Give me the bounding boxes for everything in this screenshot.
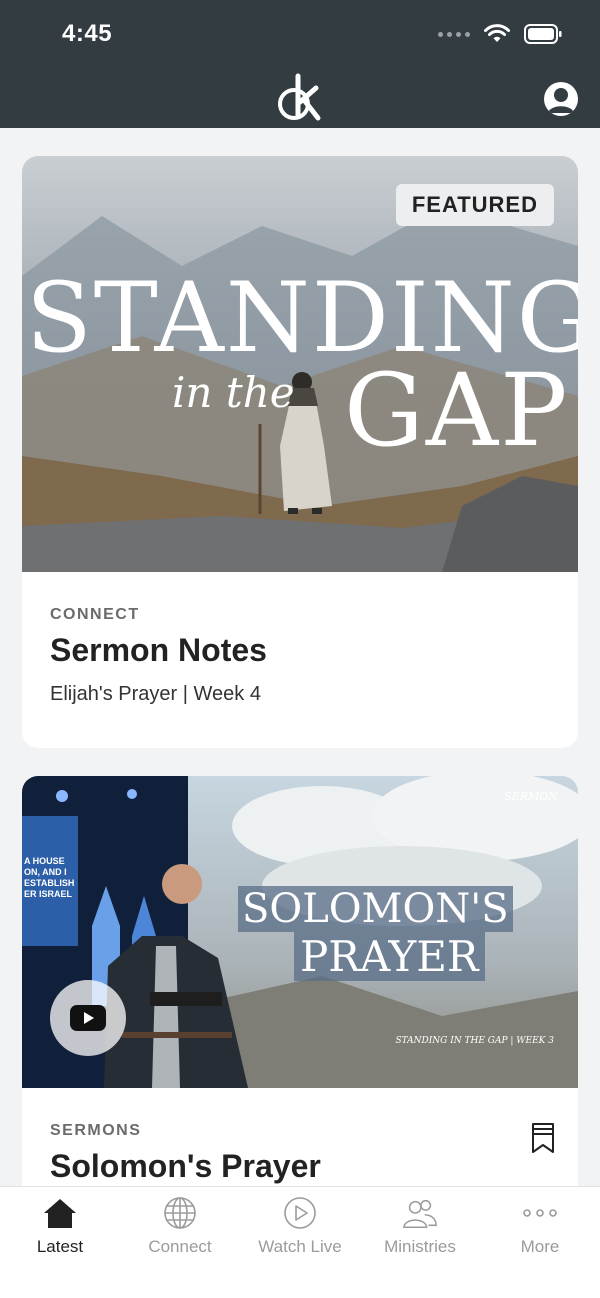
- featured-badge: FEATURED: [395, 184, 554, 226]
- battery-icon: [524, 24, 562, 44]
- people-icon: [402, 1195, 438, 1231]
- image-screen-text: A HOUSE ON, AND I ESTABLISH ER ISRAEL: [24, 856, 75, 899]
- youtube-play-icon[interactable]: [50, 980, 126, 1056]
- card-category: SERMONS: [50, 1122, 142, 1139]
- image-corner-text: SERMON: [504, 790, 558, 803]
- tab-label: More: [520, 1237, 560, 1256]
- tab-label: Ministries: [384, 1237, 456, 1256]
- image-title-solomons: SOLOMON'S: [238, 886, 513, 932]
- bookmark-icon[interactable]: [530, 1122, 556, 1159]
- status-time: 4:45: [62, 20, 113, 47]
- card-title: Sermon Notes: [50, 632, 267, 668]
- play-circle-icon: [282, 1195, 318, 1231]
- featured-card[interactable]: STANDING in the GAP FEATURED CONNECT Ser…: [22, 156, 578, 748]
- image-title-gap: GAP: [344, 352, 570, 469]
- image-title-prayer: PRAYER: [294, 932, 485, 981]
- feed: STANDING in the GAP FEATURED CONNECT Ser…: [22, 156, 578, 1196]
- tab-more[interactable]: More: [480, 1187, 600, 1298]
- app-header: 4:45: [0, 0, 600, 128]
- user-avatar-icon[interactable]: [544, 82, 578, 116]
- home-icon: [42, 1195, 78, 1231]
- featured-image[interactable]: STANDING in the GAP FEATURED: [22, 156, 578, 572]
- card-category: CONNECT: [50, 606, 140, 623]
- signal-icon: [438, 31, 470, 37]
- card-subtitle: Elijah's Prayer | Week 4: [50, 683, 261, 705]
- wifi-icon: [484, 24, 510, 44]
- status-icons: [438, 24, 562, 44]
- tab-label: Watch Live: [258, 1237, 342, 1256]
- image-title-in-the: in the: [172, 368, 295, 417]
- more-dots-icon: [522, 1195, 558, 1231]
- tab-label: Latest: [36, 1237, 84, 1256]
- globe-icon: [162, 1195, 198, 1231]
- tab-label: Connect: [148, 1237, 212, 1256]
- tab-watch-live[interactable]: Watch Live: [240, 1187, 360, 1298]
- tab-bar: Latest Connect Watch Live Ministries Mor…: [0, 1186, 600, 1298]
- image-footer-text: STANDING IN THE GAP | WEEK 3: [395, 1036, 554, 1046]
- card-title: Solomon's Prayer: [50, 1148, 321, 1184]
- k-logo-icon[interactable]: [276, 72, 324, 127]
- sermon-card[interactable]: SERMON SOLOMON'S PRAYER STANDING IN THE …: [22, 776, 578, 1196]
- tab-connect[interactable]: Connect: [120, 1187, 240, 1298]
- tab-latest[interactable]: Latest: [0, 1187, 120, 1298]
- tab-ministries[interactable]: Ministries: [360, 1187, 480, 1298]
- sermon-image[interactable]: SERMON SOLOMON'S PRAYER STANDING IN THE …: [22, 776, 578, 1088]
